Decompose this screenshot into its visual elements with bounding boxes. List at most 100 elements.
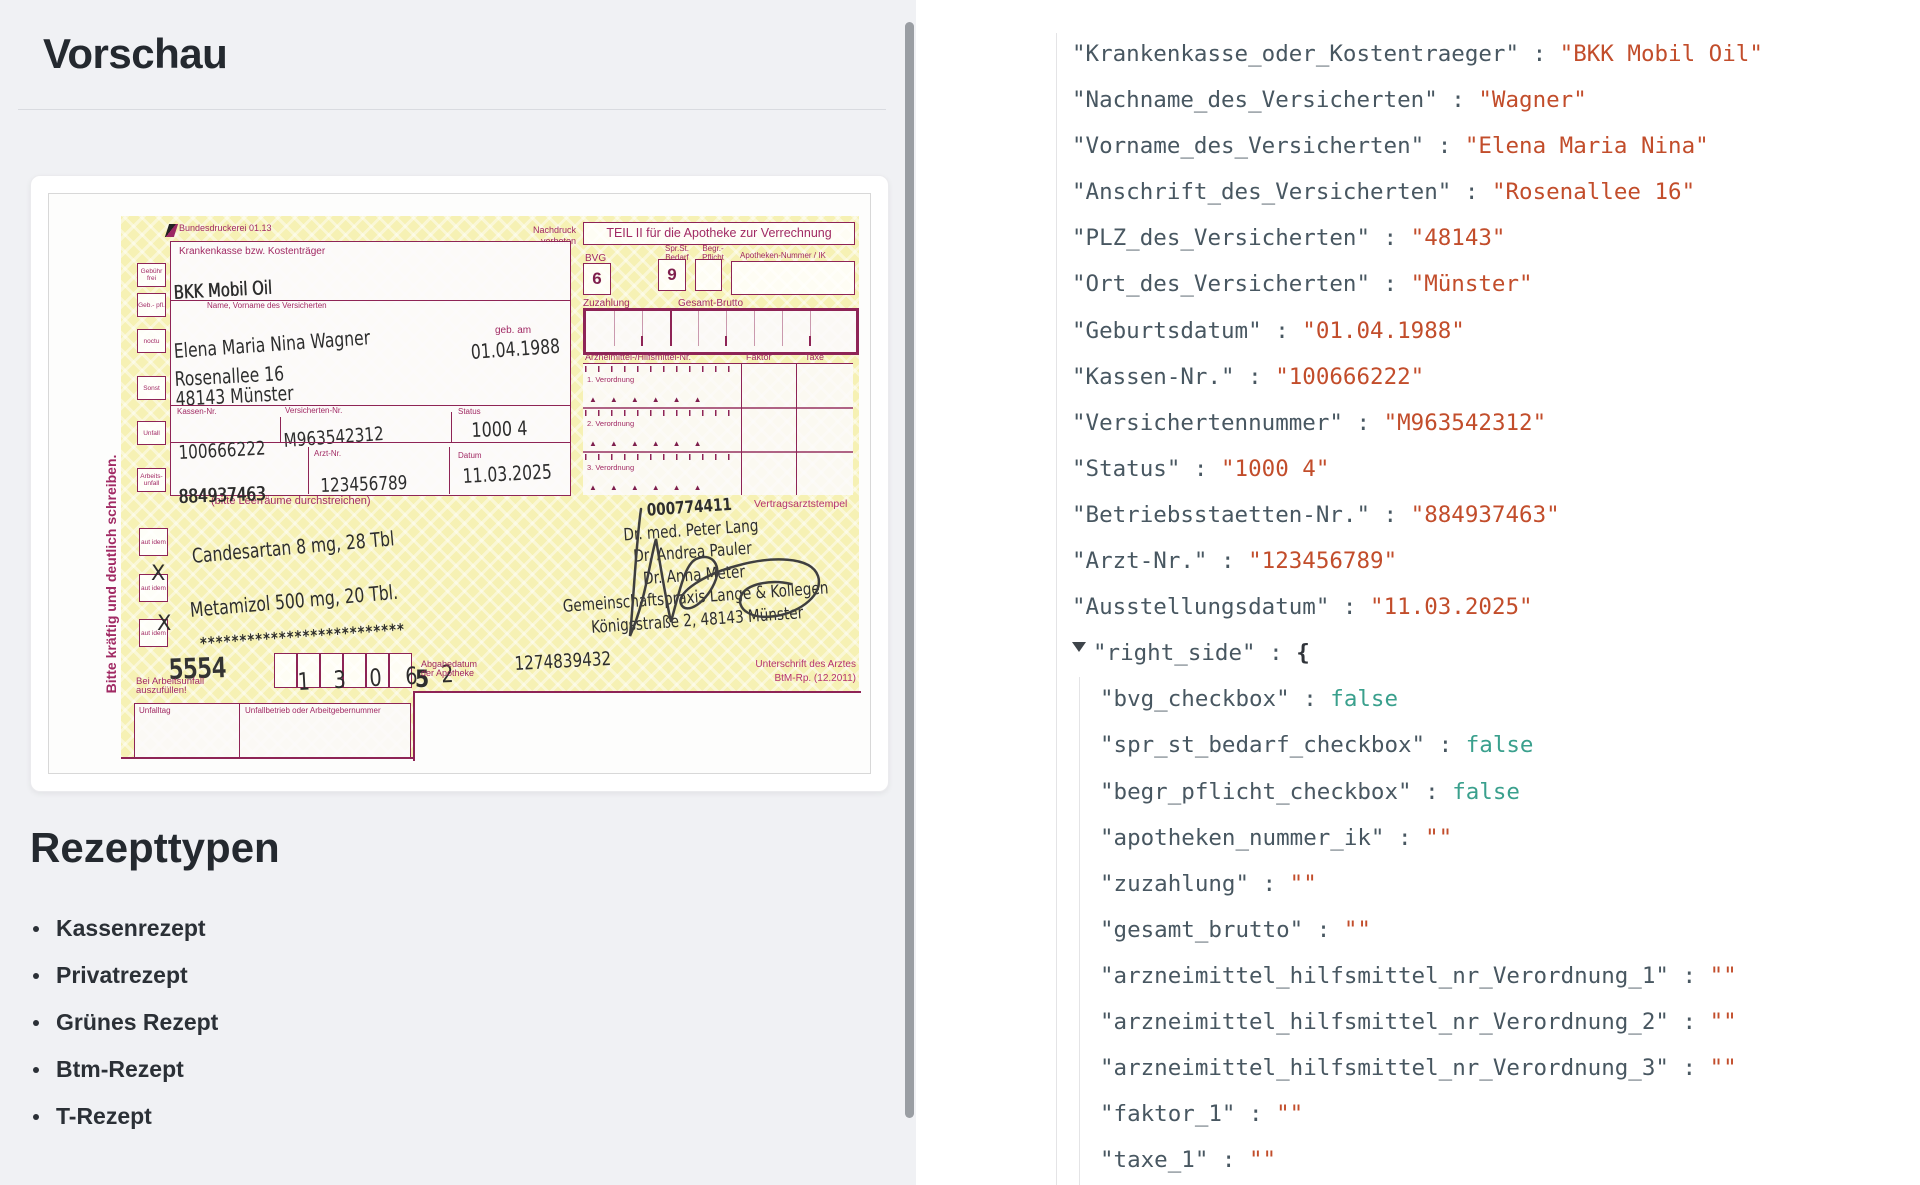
prescription-scan: Bitte kräftig und deutlich schreiben. Bu…	[48, 193, 871, 774]
rx-teil2-box: TEIL II für die Apotheke zur Verrechnung	[583, 222, 855, 245]
json-colon: :	[1669, 1009, 1710, 1035]
json-line-verordnung-1: "arzneimittel_hilfsmittel_nr_Verordnung_…	[916, 953, 1920, 999]
json-key: "zuzahlung"	[1100, 871, 1249, 897]
json-value: false	[1330, 686, 1398, 712]
rx-arznei-label: Arzneimittel-/Hilfsmittel-Nr.	[585, 353, 691, 362]
json-viewer: "Krankenkasse_oder_Kostentraeger" : "BKK…	[916, 0, 1920, 1183]
json-line-bvg-checkbox: "bvg_checkbox" : false	[916, 676, 1920, 722]
json-key: "Betriebsstaetten-Nr."	[1072, 502, 1370, 528]
prescription-preview-card: Bitte kräftig und deutlich schreiben. Bu…	[30, 175, 889, 792]
json-colon: :	[1290, 686, 1331, 712]
rx-checkbox-arbeitsunfall: Arbeits- unfall	[137, 468, 166, 492]
json-colon: :	[1669, 1055, 1710, 1081]
json-key: "taxe_1"	[1100, 1147, 1208, 1173]
rx-side-note: Bitte kräftig und deutlich schreiben.	[103, 374, 119, 774]
list-item-label: Btm-Rezept	[56, 1056, 184, 1083]
json-key: "spr_st_bedarf_checkbox"	[1100, 732, 1425, 758]
rx-checkbox-aut-idem-1: aut idem	[139, 528, 168, 556]
rx-verordnung-1-label: 1. Verordnung	[587, 374, 634, 385]
rx-betriebs-value: 884937463	[178, 483, 266, 508]
rx-taxe-label: Taxe	[805, 353, 824, 362]
json-colon: :	[1235, 364, 1276, 390]
json-line-faktor-1: "faktor_1" : ""	[916, 1091, 1920, 1137]
json-line-geburtsdatum: "Geburtsdatum" : "01.04.1988"	[916, 308, 1920, 354]
rx-checkbox-unfall: Unfall	[137, 421, 166, 445]
json-key: "Krankenkasse_oder_Kostentraeger"	[1072, 41, 1519, 67]
app-window: Vorschau Bitte kräftig und deutlich schr…	[0, 0, 1920, 1185]
json-value: "Münster"	[1411, 271, 1533, 297]
collapse-triangle-icon[interactable]	[1072, 642, 1086, 659]
list-item-t-rezept: T-Rezept	[0, 1093, 700, 1140]
rx-pharmacy-number: 1274839432	[514, 648, 612, 675]
json-key: "Anschrift_des_Versicherten"	[1072, 179, 1451, 205]
rx-versicherten-value: M963542312	[283, 423, 384, 452]
json-value: "884937463"	[1411, 502, 1560, 528]
rx-printer-info: Bundesdruckerei 01.13	[179, 223, 272, 234]
rx-medication-2: Metamizol 500 mg, 20 Tbl.	[189, 580, 399, 622]
json-line-kassen-nr: "Kassen-Nr." : "100666222"	[916, 354, 1920, 400]
rx-kassen-label: Kassen-Nr.	[177, 408, 217, 417]
json-colon: :	[1370, 271, 1411, 297]
rx-btm-label: BtM-Rp. (12.2011)	[706, 673, 856, 684]
rx-bottom-cutout	[413, 691, 861, 761]
rx-asterisk-fill: **************************	[199, 620, 405, 653]
json-value: "M963542312"	[1384, 410, 1547, 436]
json-key: "Nachname_des_Versicherten"	[1072, 87, 1438, 113]
json-colon: :	[1451, 179, 1492, 205]
json-value: ""	[1249, 1147, 1276, 1173]
json-colon: :	[1180, 456, 1221, 482]
json-colon: :	[1669, 963, 1710, 989]
json-key: "bvg_checkbox"	[1100, 686, 1290, 712]
json-colon: :	[1519, 41, 1560, 67]
rx-datum-label: Datum	[458, 452, 482, 461]
json-line-apotheken-nummer-ik: "apotheken_nummer_ik" : ""	[916, 815, 1920, 861]
rx-verordnung-grid: 1. Verordnung ▲▲▲▲▲▲ 2. Verordnung ▲▲▲▲▲…	[583, 363, 853, 495]
bullet-icon	[33, 1114, 39, 1120]
json-line-plz: "PLZ_des_Versicherten" : "48143"	[916, 215, 1920, 261]
json-colon: :	[1235, 1101, 1276, 1127]
json-colon: :	[1424, 133, 1465, 159]
json-colon: :	[1207, 548, 1248, 574]
recipe-types-title: Rezepttypen	[30, 824, 280, 872]
rx-geb-value: 01.04.1988	[470, 334, 561, 364]
json-open-brace: {	[1296, 640, 1310, 666]
json-colon: :	[1384, 825, 1425, 851]
rx-datum-value: 11.03.2025	[462, 459, 552, 488]
json-key: "Status"	[1072, 456, 1180, 482]
rx-abgabe-label: Abgabedatum der Apotheke	[421, 660, 483, 677]
json-colon: :	[1370, 502, 1411, 528]
json-line-nachname: "Nachname_des_Versicherten" : "Wagner"	[916, 77, 1920, 123]
json-line-verordnung-3: "arzneimittel_hilfsmittel_nr_Verordnung_…	[916, 1045, 1920, 1091]
json-line-ausstellungsdatum: "Ausstellungsdatum" : "11.03.2025"	[916, 584, 1920, 630]
rx-medication-1: Candesartan 8 mg, 28 Tbl	[191, 526, 395, 568]
rx-amount-grid	[583, 308, 859, 355]
rx-status-label: Status	[458, 408, 481, 417]
json-key: "Ort_des_Versicherten"	[1072, 271, 1370, 297]
json-line-krankenkasse: "Krankenkasse_oder_Kostentraeger" : "BKK…	[916, 31, 1920, 77]
json-value: ""	[1710, 1009, 1737, 1035]
json-key: "Vorname_des_Versicherten"	[1072, 133, 1424, 159]
recipe-types-list: Kassenrezept Privatrezept Grünes Rezept …	[0, 905, 700, 1140]
vertical-scrollbar[interactable]	[905, 22, 914, 1118]
json-key: "Versichertennummer"	[1072, 410, 1343, 436]
json-line-ort: "Ort_des_Versicherten" : "Münster"	[916, 261, 1920, 307]
list-item-gruenes-rezept: Grünes Rezept	[0, 999, 700, 1046]
rx-arzt-label: Arzt-Nr.	[314, 450, 341, 459]
bullet-icon	[33, 926, 39, 932]
rx-arzt-value: 123456789	[320, 472, 408, 497]
json-colon: :	[1329, 594, 1370, 620]
json-line-verordnung-2: "arzneimittel_hilfsmittel_nr_Verordnung_…	[916, 999, 1920, 1045]
json-key: "Kassen-Nr."	[1072, 364, 1235, 390]
json-value: "Rosenallee 16"	[1492, 179, 1695, 205]
json-key: "arzneimittel_hilfsmittel_nr_Verordnung_…	[1100, 1055, 1669, 1081]
json-key: "Arzt-Nr."	[1072, 548, 1207, 574]
rx-verordnung-3-label: 3. Verordnung	[587, 462, 634, 473]
rx-apotheken-label: Apotheken-Nummer / IK	[740, 252, 826, 261]
rx-form: Bundesdruckerei 01.13 Nachdruck verboten…	[121, 216, 859, 759]
json-colon: :	[1412, 779, 1453, 805]
bundesdruckerei-logo-icon	[165, 224, 178, 237]
rx-unterschrift-label: Unterschrift des Arztes	[706, 659, 856, 670]
page-title: Vorschau	[43, 30, 227, 78]
list-item-kassenrezept: Kassenrezept	[0, 905, 700, 952]
rx-apotheken-box	[731, 261, 855, 295]
